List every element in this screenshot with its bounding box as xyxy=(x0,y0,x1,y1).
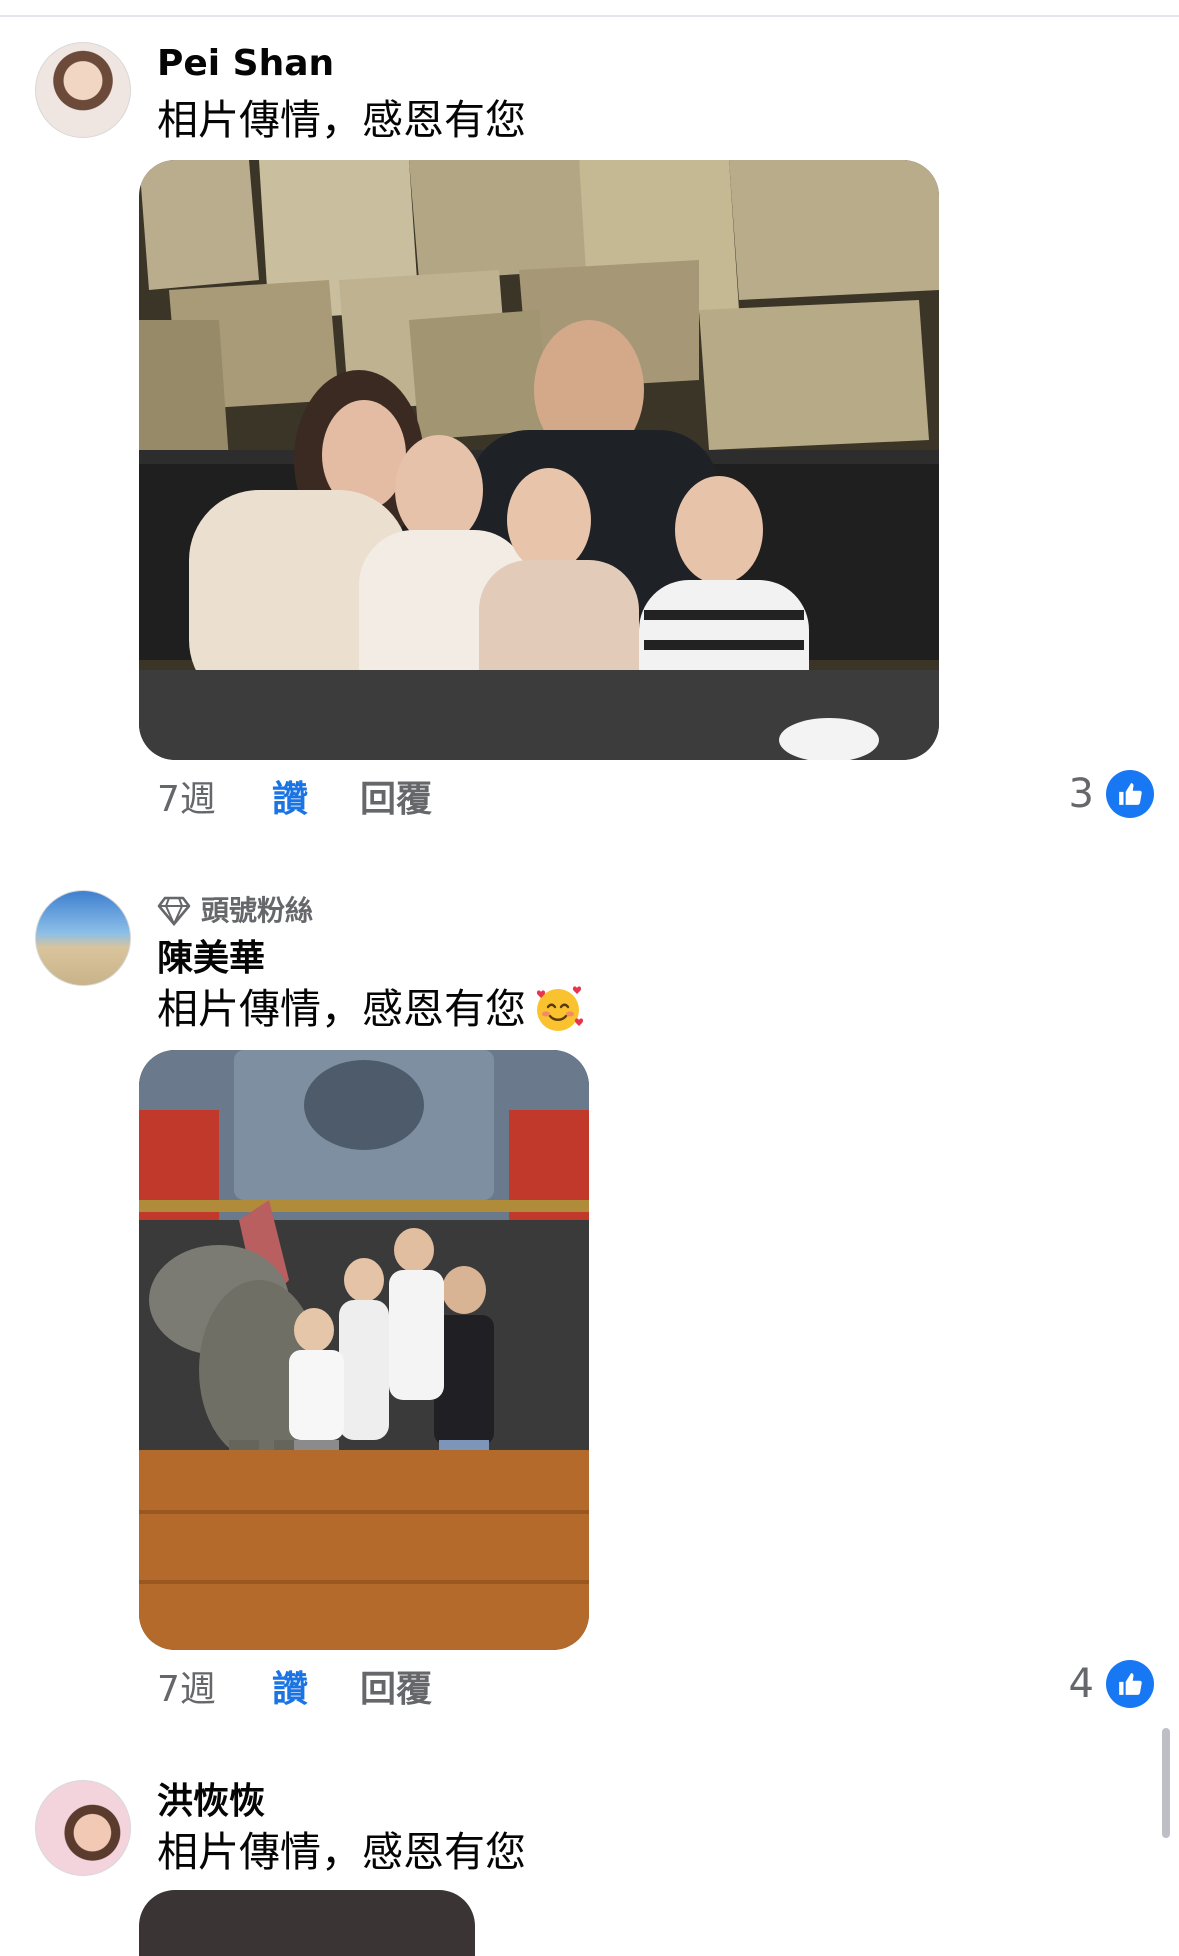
reply-button[interactable]: 回覆 xyxy=(360,778,432,822)
like-icon xyxy=(1106,770,1154,818)
comment-author[interactable]: 陳美華 xyxy=(157,937,265,981)
comment-meta: 7週 讚 回覆 xyxy=(157,1668,432,1712)
comment-time[interactable]: 7週 xyxy=(157,1668,272,1712)
reaction-summary[interactable]: 4 xyxy=(1069,1660,1154,1708)
comment-text-content: 相片傳情，感恩有您 xyxy=(157,985,526,1033)
comment-time[interactable]: 7週 xyxy=(157,778,272,822)
like-button[interactable]: 讚 xyxy=(272,778,360,822)
family-photo xyxy=(139,160,939,760)
reaction-count: 3 xyxy=(1068,771,1094,817)
like-icon xyxy=(1106,1660,1154,1708)
comment-meta: 7週 讚 回覆 xyxy=(157,778,432,822)
reply-button[interactable]: 回覆 xyxy=(360,1668,432,1712)
avatar[interactable] xyxy=(35,890,131,986)
reaction-summary[interactable]: 3 xyxy=(1069,770,1154,818)
museum-photo xyxy=(139,1050,589,1650)
comment-author[interactable]: Pei Shan xyxy=(157,42,334,86)
reaction-count: 4 xyxy=(1068,1661,1094,1707)
like-button[interactable]: 讚 xyxy=(272,1668,360,1712)
diamond-icon xyxy=(157,896,191,926)
comment-text: 相片傳情，感恩有您 xyxy=(157,1828,526,1876)
top-divider xyxy=(0,0,1179,17)
comment-text: 相片傳情，感恩有您 xyxy=(157,983,584,1035)
top-fan-badge: 頭號粉絲 xyxy=(157,893,313,929)
smiling-face-with-hearts-icon xyxy=(536,986,584,1031)
scrollbar[interactable] xyxy=(1162,1728,1170,1838)
comment-author[interactable]: 洪恢恢 xyxy=(157,1780,265,1824)
badge-label: 頭號粉絲 xyxy=(201,894,314,927)
comment-photo[interactable] xyxy=(139,160,939,760)
comment-text: 相片傳情，感恩有您 xyxy=(157,96,526,144)
avatar[interactable] xyxy=(35,42,131,138)
avatar[interactable] xyxy=(35,1780,131,1876)
comment-photo[interactable] xyxy=(139,1050,589,1650)
comment-photo[interactable] xyxy=(139,1890,475,1956)
